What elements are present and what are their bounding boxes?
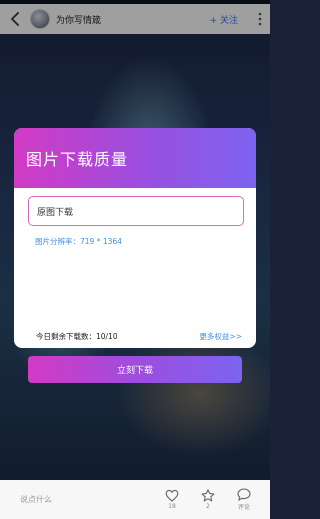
favorite-button[interactable]: 2 (190, 489, 226, 510)
original-download-option[interactable]: 原图下载 (28, 196, 244, 226)
quota-row: 今日剩余下载数：10/10 更多权益>> (14, 324, 256, 348)
comment-icon (237, 488, 251, 501)
dialog-title: 图片下载质量 (26, 150, 129, 169)
resolution-text: 图片分辨率：719 * 1364 (35, 237, 122, 246)
comment-label: 评论 (237, 504, 250, 511)
more-rights-link[interactable]: 更多权益>> (199, 331, 242, 342)
dialog-header: 图片下载质量 (14, 128, 256, 188)
bottom-bar: 说点什么 18 2 评论 (0, 480, 270, 519)
heart-icon (165, 489, 179, 502)
comment-button[interactable]: 评论 (226, 488, 262, 511)
comment-input[interactable]: 说点什么 (20, 494, 154, 505)
star-icon (201, 489, 215, 502)
like-count: 18 (168, 503, 176, 510)
remaining-downloads: 今日剩余下载数：10/10 (36, 331, 118, 341)
like-button[interactable]: 18 (154, 489, 190, 510)
download-now-button[interactable]: 立刻下载 (28, 356, 242, 383)
favorite-count: 2 (206, 503, 210, 510)
download-quality-dialog: 图片下载质量 原图下载 图片分辨率：719 * 1364 今日剩余下载数：10/… (14, 128, 256, 348)
